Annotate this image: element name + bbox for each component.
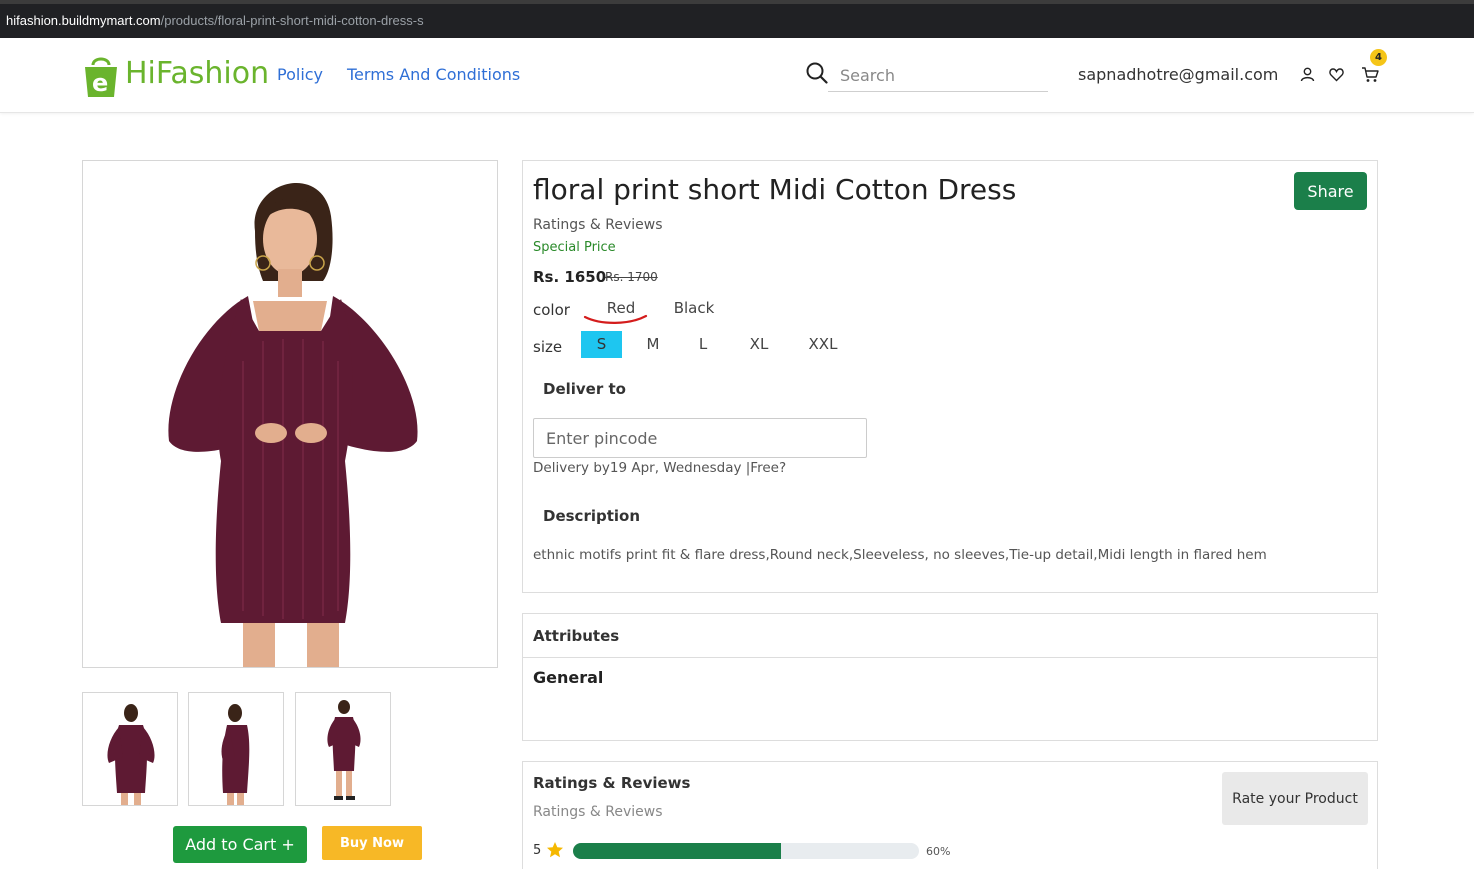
size-label: size — [533, 338, 563, 356]
search-input[interactable] — [828, 60, 1048, 92]
attributes-heading: Attributes — [533, 627, 620, 645]
attributes-group-general: General — [533, 668, 604, 687]
size-option-l[interactable]: L — [688, 335, 718, 353]
pincode-input[interactable] — [533, 418, 867, 458]
delivery-info: Delivery by19 Apr, Wednesday |Free? — [533, 460, 787, 476]
size-option-s[interactable]: S — [581, 331, 622, 358]
buy-now-button[interactable]: Buy Now — [322, 826, 422, 860]
add-to-cart-button[interactable]: Add to Cart + — [173, 826, 307, 863]
ratings-subheading: Ratings & Reviews — [533, 804, 663, 820]
attributes-header: Attributes — [523, 614, 1377, 658]
brand-name: HiFashion — [125, 56, 269, 91]
brand-suffix: Fashion — [155, 56, 270, 91]
share-button[interactable]: Share — [1294, 172, 1367, 210]
thumbnail-full-image — [327, 700, 361, 800]
nav-policy-link[interactable]: Policy — [277, 65, 323, 84]
ratings-reviews-label: Ratings & Reviews — [533, 217, 663, 233]
url-text[interactable]: hifashion.buildmymart.com/products/flora… — [6, 13, 424, 28]
user-email[interactable]: sapnadhotre@gmail.com — [1078, 65, 1278, 84]
rating-progress-bar — [573, 843, 919, 859]
url-host: hifashion.buildmymart.com — [6, 13, 161, 28]
cart-count-badge: 4 — [1370, 49, 1387, 66]
rating-percent: 60% — [926, 845, 951, 858]
product-main-image[interactable] — [82, 160, 498, 668]
dress-model-image — [168, 183, 418, 667]
shopping-bag-logo-icon: e — [85, 57, 117, 97]
svg-text:e: e — [92, 69, 108, 97]
rate-product-button[interactable]: Rate your Product — [1222, 772, 1368, 825]
star-icon — [547, 842, 563, 858]
product-description: ethnic motifs print fit & flare dress,Ro… — [533, 547, 1267, 563]
user-icon[interactable] — [1300, 67, 1315, 82]
product-mrp: Rs. 1700 — [605, 270, 658, 284]
special-price-label: Special Price — [533, 240, 616, 255]
size-option-xxl[interactable]: XXL — [801, 335, 845, 353]
description-heading: Description — [543, 507, 641, 525]
color-label: color — [533, 301, 570, 319]
deliver-to-heading: Deliver to — [543, 380, 626, 398]
product-details-panel: floral print short Midi Cotton Dress Sha… — [522, 160, 1378, 593]
nav-terms-link[interactable]: Terms And Conditions — [347, 65, 520, 84]
attributes-panel: Attributes General — [522, 613, 1378, 741]
thumbnail-side-image — [221, 704, 250, 805]
rating-progress-fill — [573, 843, 781, 859]
product-thumbnail[interactable] — [82, 692, 178, 806]
hifashion-logo[interactable]: e HiFashion — [82, 53, 269, 101]
ratings-heading: Ratings & Reviews — [533, 774, 691, 792]
url-path: /products/floral-print-short-midi-cotton… — [160, 13, 424, 28]
cart-icon[interactable] — [1361, 66, 1379, 83]
thumbnail-front-image — [107, 704, 155, 805]
search-icon[interactable] — [806, 62, 828, 84]
heart-icon[interactable] — [1329, 67, 1344, 82]
brand-prefix: Hi — [125, 56, 156, 91]
product-thumbnail[interactable] — [295, 692, 391, 806]
color-option-black[interactable]: Black — [668, 299, 720, 317]
size-option-xl[interactable]: XL — [741, 335, 777, 353]
product-thumbnail[interactable] — [188, 692, 284, 806]
search-box — [806, 60, 1050, 92]
product-price: Rs. 1650 — [533, 268, 607, 286]
rating-star-count: 5 — [533, 843, 542, 858]
size-option-m[interactable]: M — [635, 335, 671, 353]
browser-url-bar[interactable]: hifashion.buildmymart.com/products/flora… — [0, 0, 1474, 38]
product-title: floral print short Midi Cotton Dress — [533, 173, 1017, 206]
site-header: e HiFashion Policy Terms And Conditions … — [0, 38, 1474, 113]
ratings-panel: Ratings & Reviews Ratings & Reviews Rate… — [522, 761, 1378, 869]
red-underline-annotation — [583, 314, 648, 324]
